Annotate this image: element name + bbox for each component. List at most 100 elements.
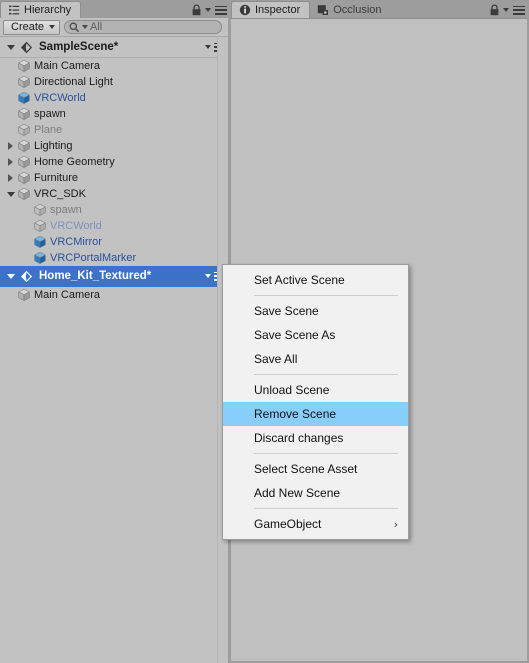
context-menu-item[interactable]: Set Active Scene [223,268,408,292]
hierarchy-item[interactable]: Main Camera [0,287,231,303]
lock-icon[interactable] [191,4,202,16]
gameobject-cube-icon [18,59,30,73]
create-button[interactable]: Create [3,19,61,35]
hierarchy-item[interactable]: Plane [0,122,231,138]
search-input[interactable]: All [64,20,222,34]
panel-menu-icon[interactable] [513,5,525,15]
chevron-right-icon [8,174,13,182]
context-menu-item[interactable]: Discard changes [223,426,408,450]
hierarchy-item[interactable]: spawn [0,106,231,122]
context-menu-item[interactable]: Save All [223,347,408,371]
menu-separator [254,453,398,454]
expand-toggle-placeholder [4,74,17,90]
context-menu-item[interactable]: Save Scene As [223,323,408,347]
submenu-arrow-icon: › [393,517,398,531]
hierarchy-panel: Hierarchy Create All SampleScene* Main C… [0,0,231,663]
gameobject-cube-icon [18,288,30,302]
scene-name-label: Home_Kit_Textured* [39,270,152,282]
gameobject-cube-icon [18,139,30,153]
search-filter-dropdown-icon[interactable] [82,25,89,29]
context-menu-item[interactable]: Save Scene [223,299,408,323]
panel-menu-dropdown-icon[interactable] [503,8,509,12]
hierarchy-item[interactable]: Furniture [0,170,231,186]
scene-context-menu[interactable]: Set Active Scene Save Scene Save Scene As S… [222,264,409,540]
hierarchy-item[interactable]: VRCWorld› [0,90,231,106]
hierarchy-item-label: Main Camera [34,60,101,72]
context-menu-item[interactable]: GameObject › [223,512,408,536]
expand-toggle-placeholder [4,58,17,74]
hierarchy-item[interactable]: VRCMirror› [0,234,231,250]
scene-expand-toggle[interactable] [4,268,17,284]
prefab-cube-icon [34,235,46,249]
hierarchy-tree[interactable]: SampleScene* Main Camera Directional Light… [0,37,231,663]
expand-toggle[interactable] [4,138,17,154]
context-menu-item-label: GameObject [254,517,322,531]
prefab-cube-icon [34,251,46,265]
hierarchy-item[interactable]: VRCPortalMarker› [0,250,231,266]
tab-hierarchy[interactable]: Hierarchy [0,1,82,18]
tab-inspector-label: Inspector [255,4,301,16]
hierarchy-item[interactable]: VRC_SDK [0,186,231,202]
info-circle-icon [239,4,251,16]
context-menu-item-label: Discard changes [254,431,344,445]
context-menu-item[interactable]: Unload Scene [223,378,408,402]
panel-menu-dropdown-icon[interactable] [205,8,211,12]
search-icon [69,22,80,32]
context-menu-item-label: Save Scene As [254,328,336,342]
context-menu-item-label: Save All [254,352,298,366]
gameobject-cube-icon [18,123,30,137]
scene-row[interactable]: SampleScene* [0,37,231,58]
hierarchy-item[interactable]: Main Camera [0,58,231,74]
expand-toggle-placeholder [20,218,33,234]
hierarchy-item-label: VRCWorld [34,92,86,104]
context-menu-item-label: Save Scene [254,304,319,318]
hierarchy-item-label: Lighting [34,140,73,152]
tab-occlusion[interactable]: Occlusion [310,1,390,18]
tab-occlusion-label: Occlusion [333,3,382,16]
expand-toggle[interactable] [4,170,17,186]
chevron-down-icon [205,274,211,278]
create-button-label: Create [11,21,45,33]
expand-toggle-placeholder [4,122,17,138]
panel-menu-icon[interactable] [215,5,227,15]
scene-name-label: SampleScene* [39,41,119,53]
expand-toggle-placeholder [4,90,17,106]
hierarchy-item[interactable]: Home Geometry [0,154,231,170]
menu-separator [254,295,398,296]
inspector-tabbar-right [489,4,529,18]
unity-editor-window: Hierarchy Create All SampleScene* Main C… [0,0,529,663]
gameobject-cube-icon [18,107,30,121]
hierarchy-item-label: VRC_SDK [34,188,86,200]
hierarchy-item-label: Home Geometry [34,156,115,168]
gameobject-cube-icon [18,171,30,185]
hierarchy-item[interactable]: spawn [0,202,231,218]
scene-expand-toggle[interactable] [4,39,17,55]
expand-toggle-placeholder [4,287,17,303]
expand-toggle[interactable] [4,154,17,170]
hierarchy-item[interactable]: VRCWorld› [0,218,231,234]
chevron-down-icon [205,45,211,49]
chevron-down-icon [6,191,15,197]
expand-toggle-placeholder [20,250,33,266]
hierarchy-item-label: spawn [50,204,82,216]
chevron-down-icon [49,25,56,29]
tab-inspector[interactable]: Inspector [231,1,311,18]
prefab-cube-icon [18,91,30,105]
hierarchy-toolbar: Create All [0,18,231,37]
hierarchy-item[interactable]: Directional Light [0,74,231,90]
scene-row[interactable]: Home_Kit_Textured* [0,266,231,287]
tab-hierarchy-label: Hierarchy [24,4,72,16]
context-menu-item[interactable]: Remove Scene [223,402,408,426]
lock-icon[interactable] [489,4,500,16]
hierarchy-item[interactable]: Lighting [0,138,231,154]
hierarchy-item-label: Plane [34,124,63,136]
expand-toggle[interactable] [4,186,17,202]
context-menu-item[interactable]: Add New Scene [223,481,408,505]
menu-separator [254,374,398,375]
hierarchy-item-label: VRCWorld [50,220,102,232]
expand-toggle-placeholder [20,234,33,250]
chevron-right-icon [8,142,13,150]
context-menu-item[interactable]: Select Scene Asset [223,457,408,481]
occlusion-icon [318,4,329,15]
hierarchy-item-label: Directional Light [34,76,113,88]
